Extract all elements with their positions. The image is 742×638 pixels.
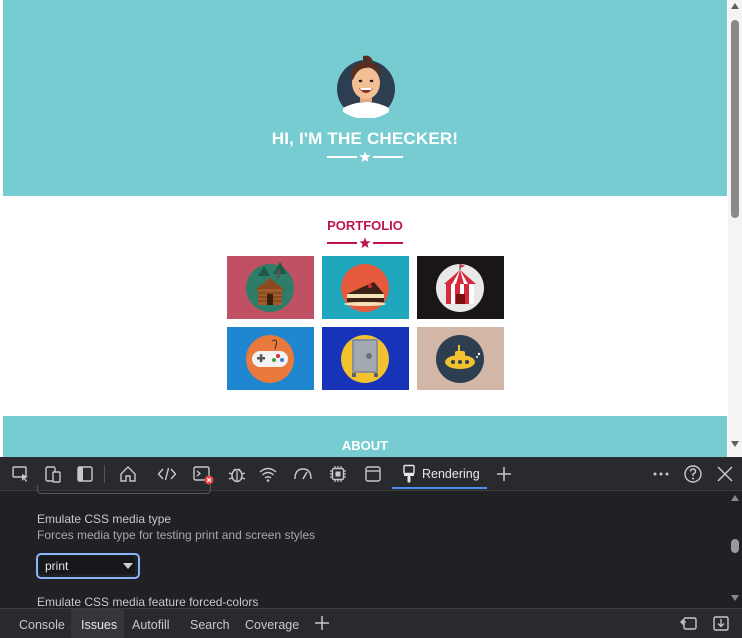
- star-icon: [359, 151, 371, 162]
- help-icon[interactable]: [683, 464, 703, 484]
- previous-setting-field[interactable]: [37, 485, 211, 494]
- add-drawer-tab-plus-icon[interactable]: [312, 613, 332, 633]
- scroll-thumb[interactable]: [731, 539, 739, 553]
- circus-tent-icon: [436, 264, 484, 312]
- minimize-drawer-icon[interactable]: [711, 613, 731, 633]
- drawer-tab-bar: Console Issues Autofill Search Coverage: [0, 608, 742, 638]
- portfolio-item-cake[interactable]: [322, 256, 409, 319]
- avatar: [337, 52, 395, 119]
- page-scrollbar[interactable]: [728, 0, 742, 457]
- console-icon[interactable]: [192, 464, 214, 485]
- submarine-icon: [436, 335, 484, 383]
- elements-icon[interactable]: [157, 464, 177, 484]
- forced-colors-title: Emulate CSS media feature forced-colors: [37, 595, 259, 609]
- scroll-thumb[interactable]: [731, 20, 739, 218]
- game-controller-icon: [246, 335, 294, 383]
- sidebar-toggle-icon[interactable]: [75, 464, 95, 484]
- memory-chip-icon[interactable]: [328, 464, 348, 484]
- hero-divider: [3, 151, 727, 163]
- performance-icon[interactable]: [293, 464, 313, 484]
- application-icon[interactable]: [363, 464, 383, 484]
- drawer-tab-console[interactable]: Console: [10, 609, 70, 638]
- toolbar-separator: [104, 465, 105, 483]
- device-toolbar-icon[interactable]: [43, 464, 63, 484]
- scroll-down-arrow-icon[interactable]: [731, 595, 739, 601]
- network-wifi-icon[interactable]: [258, 464, 278, 484]
- media-type-select[interactable]: print: [36, 553, 140, 579]
- active-tab-indicator: [392, 487, 487, 489]
- portfolio-heading: PORTFOLIO: [327, 218, 403, 233]
- devtools-panel: Rendering Emulate CSS media type Forces …: [0, 457, 742, 638]
- dock-drawer-icon[interactable]: [679, 613, 699, 633]
- scroll-up-arrow-icon[interactable]: [731, 3, 739, 9]
- drawer-tab-search[interactable]: Search: [182, 609, 234, 638]
- about-heading: ABOUT: [341, 438, 389, 453]
- rendering-panel-scrollbar[interactable]: [728, 491, 742, 608]
- tab-rendering[interactable]: Rendering: [392, 457, 487, 490]
- close-devtools-icon[interactable]: [715, 464, 735, 484]
- scroll-up-arrow-icon[interactable]: [731, 495, 739, 501]
- drawer-tab-issues[interactable]: Issues: [71, 609, 124, 638]
- page-viewport: HI, I'M THE CHECKER! PORTFOLIO ABOUT: [3, 0, 727, 457]
- hero-title: HI, I'M THE CHECKER!: [271, 129, 459, 148]
- sources-bug-icon[interactable]: [227, 464, 247, 484]
- welcome-home-icon[interactable]: [118, 464, 138, 484]
- about-section: ABOUT: [3, 416, 727, 457]
- rendering-panel: Emulate CSS media type Forces media type…: [0, 485, 742, 609]
- cabin-icon: [246, 262, 294, 312]
- portfolio-item-safe[interactable]: [322, 327, 409, 390]
- portfolio-divider: [3, 237, 727, 249]
- portfolio-item-game[interactable]: [227, 327, 314, 390]
- inspect-icon[interactable]: [11, 464, 31, 484]
- portfolio-item-cabin[interactable]: [227, 256, 314, 319]
- scroll-down-arrow-icon[interactable]: [731, 441, 739, 447]
- drawer-tab-autofill[interactable]: Autofill: [124, 609, 182, 638]
- rendering-brush-icon: [403, 464, 415, 483]
- hero-header: HI, I'M THE CHECKER!: [3, 0, 727, 196]
- cake-icon: [341, 264, 389, 312]
- portfolio-item-submarine[interactable]: [417, 327, 504, 390]
- drawer-tab-coverage[interactable]: Coverage: [236, 609, 306, 638]
- star-icon: [359, 237, 371, 248]
- media-type-value: print: [45, 559, 69, 573]
- more-options-icon[interactable]: [651, 464, 671, 484]
- portfolio-item-circus[interactable]: [417, 256, 504, 319]
- safe-icon: [341, 335, 389, 383]
- add-tab-plus-icon[interactable]: [494, 464, 514, 484]
- media-type-description: Forces media type for testing print and …: [37, 528, 316, 542]
- tab-rendering-label: Rendering: [422, 467, 480, 481]
- media-type-title: Emulate CSS media type: [37, 512, 172, 526]
- chevron-down-icon: [123, 563, 133, 569]
